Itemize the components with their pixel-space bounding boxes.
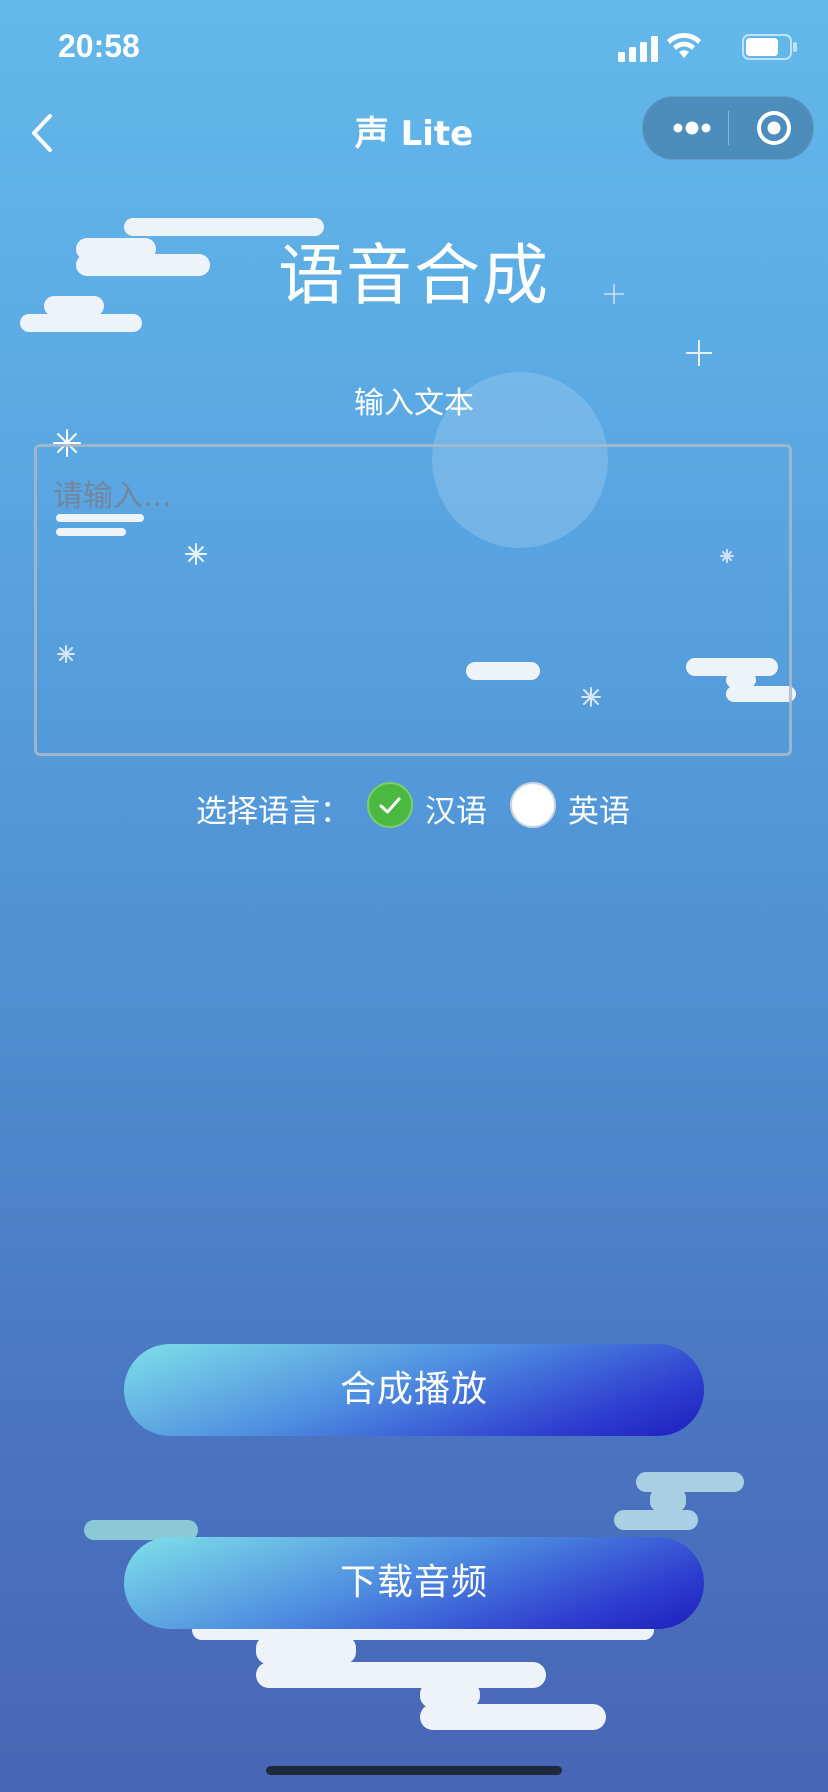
radio-label-chinese[interactable]: 汉语: [425, 786, 487, 831]
more-button[interactable]: [663, 97, 721, 159]
mini-program-capsule: [642, 96, 814, 160]
more-dots-icon: [673, 121, 711, 135]
input-label: 输入文本: [354, 386, 474, 421]
radio-label-english[interactable]: 英语: [568, 786, 630, 831]
capsule-divider: [728, 111, 729, 145]
star-decoration: [686, 340, 712, 366]
battery-icon: [742, 34, 797, 60]
home-indicator: [266, 1766, 562, 1775]
app-screen: 20:58 声 Lite 语音合成 输入文本 请输入... 选择语言： 汉语 英…: [0, 0, 828, 1792]
page-title: 语音合成: [278, 237, 550, 314]
radio-chinese[interactable]: [367, 782, 413, 828]
close-mini-program-button[interactable]: [743, 97, 805, 159]
signal-icon: [618, 36, 658, 62]
status-time: 20:58: [58, 28, 140, 64]
checkmark-icon: [379, 797, 401, 814]
status-icons: [598, 32, 798, 64]
text-input[interactable]: [34, 444, 792, 756]
wifi-icon: [667, 32, 701, 58]
radio-english[interactable]: [510, 782, 556, 828]
language-label: 选择语言：: [196, 794, 351, 830]
language-selector: 选择语言： 汉语 英语: [0, 780, 828, 836]
target-circle-icon: [757, 111, 791, 145]
cloud-decoration: [192, 1620, 662, 1732]
cloud-decoration: [612, 1470, 746, 1532]
synthesize-play-button[interactable]: 合成播放: [124, 1344, 704, 1436]
download-audio-button[interactable]: 下载音频: [124, 1537, 704, 1629]
